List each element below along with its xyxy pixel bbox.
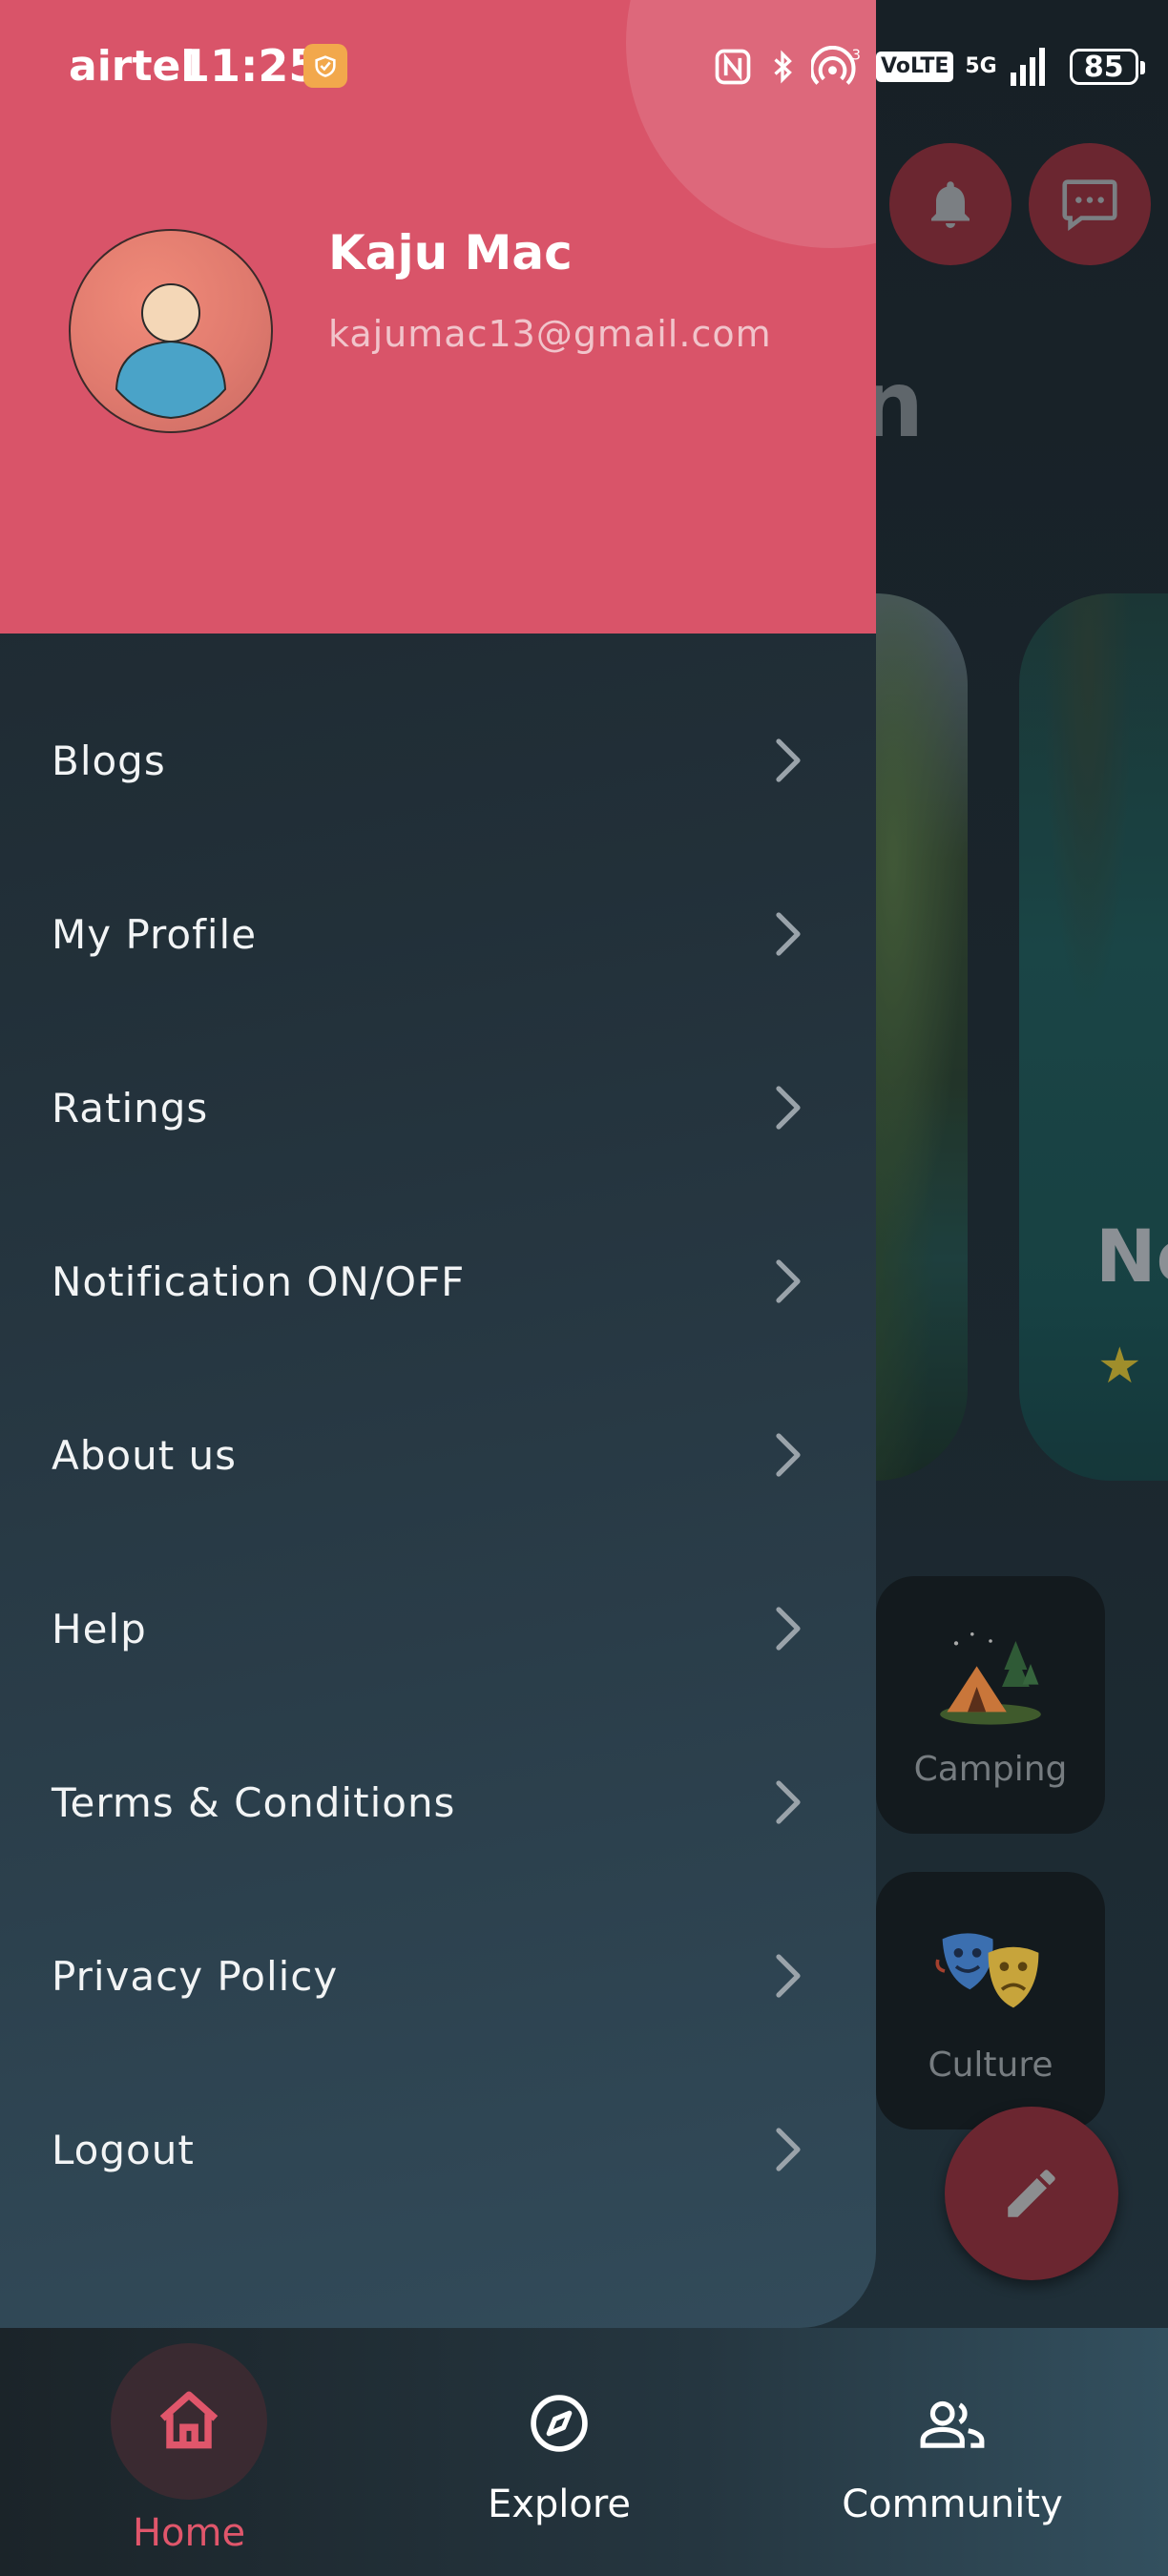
compass-icon — [531, 2395, 588, 2452]
chevron-right-icon — [776, 1433, 801, 1477]
menu-item-label: About us — [52, 1431, 238, 1479]
menu-item-about-us[interactable]: About us — [0, 1368, 876, 1542]
menu-item-logout[interactable]: Logout — [0, 2063, 876, 2236]
nav-label: Home — [132, 2511, 246, 2555]
menu-item-ratings[interactable]: Ratings — [0, 1021, 876, 1195]
menu-item-label: Terms & Conditions — [52, 1778, 456, 1826]
destination-card[interactable] — [1019, 593, 1168, 1481]
network-type: 5G — [965, 54, 997, 78]
star-icon: ★ — [1097, 1338, 1142, 1395]
menu-item-label: My Profile — [52, 910, 258, 958]
theater-masks-icon — [935, 1933, 1039, 2008]
user-avatar-icon — [115, 283, 227, 420]
nav-item-home[interactable]: Home — [92, 2328, 286, 2576]
nav-label: Community — [842, 2483, 1063, 2526]
pencil-icon — [1008, 2170, 1055, 2217]
notifications-button[interactable] — [889, 143, 1012, 265]
category-camping[interactable]: Camping — [876, 1576, 1105, 1834]
menu-item-help[interactable]: Help — [0, 1542, 876, 1715]
chevron-right-icon — [776, 1780, 801, 1824]
menu-item-label: Privacy Policy — [52, 1952, 339, 2000]
chevron-right-icon — [776, 2128, 801, 2171]
status-bar: airtel 11:25 3 VoLTE 5G 85 — [0, 0, 1168, 134]
nfc-icon — [715, 49, 751, 85]
chevron-right-icon — [776, 1607, 801, 1651]
category-label: Culture — [928, 2046, 1053, 2085]
menu-item-privacy-policy[interactable]: Privacy Policy — [0, 1889, 876, 2063]
chevron-right-icon — [776, 1086, 801, 1130]
app-notification-icon — [303, 44, 347, 88]
nav-label: Explore — [487, 2483, 632, 2526]
category-culture[interactable]: Culture — [876, 1872, 1105, 2129]
svg-text:3: 3 — [852, 48, 861, 64]
status-icons: 3 VoLTE 5G 85 — [712, 42, 1145, 92]
bluetooth-icon — [774, 50, 792, 84]
chevron-right-icon — [776, 1259, 801, 1303]
bell-icon — [931, 181, 970, 228]
tent-icon — [940, 1632, 1041, 1725]
menu-item-my-profile[interactable]: My Profile — [0, 847, 876, 1021]
menu-item-notification-toggle[interactable]: Notification ON/OFF — [0, 1195, 876, 1368]
compose-button[interactable] — [945, 2107, 1118, 2280]
home-icon — [159, 2391, 219, 2449]
menu-item-label: Ratings — [52, 1084, 209, 1132]
menu-item-label: Blogs — [52, 737, 166, 784]
battery-indicator: 85 — [1069, 49, 1145, 85]
nav-item-explore[interactable]: Explore — [464, 2328, 655, 2576]
chevron-right-icon — [776, 912, 801, 956]
signal-icon — [1010, 48, 1045, 86]
menu-item-label: Notification ON/OFF — [52, 1257, 466, 1305]
profile-name: Kaju Mac — [328, 225, 573, 280]
carrier-name: airtel — [69, 42, 196, 91]
avatar[interactable] — [69, 229, 273, 433]
chevron-right-icon — [776, 1954, 801, 1998]
active-indicator — [111, 2343, 267, 2500]
clock: 11:25 — [179, 40, 320, 92]
menu-item-label: Help — [52, 1605, 147, 1652]
menu-item-terms[interactable]: Terms & Conditions — [0, 1715, 876, 1889]
chevron-right-icon — [776, 738, 801, 782]
people-icon — [920, 2400, 985, 2448]
category-label: Camping — [913, 1750, 1068, 1789]
drawer-menu: Blogs My Profile Ratings Notification ON… — [0, 674, 876, 2236]
hotspot-icon: 3 — [811, 46, 861, 85]
bottom-navigation: Home Explore Community — [0, 2328, 1168, 2576]
menu-item-label: Logout — [52, 2126, 195, 2173]
profile-email: kajumac13@gmail.com — [328, 313, 772, 355]
chat-icon — [1062, 179, 1117, 231]
messages-button[interactable] — [1029, 143, 1151, 265]
volte-indicator: VoLTE — [876, 52, 954, 82]
nav-item-community[interactable]: Community — [838, 2328, 1067, 2576]
navigation-drawer: Kaju Mac kajumac13@gmail.com Blogs My Pr… — [0, 0, 876, 2328]
card-title-fragment: Ne — [1095, 1214, 1168, 1298]
menu-item-blogs[interactable]: Blogs — [0, 674, 876, 847]
